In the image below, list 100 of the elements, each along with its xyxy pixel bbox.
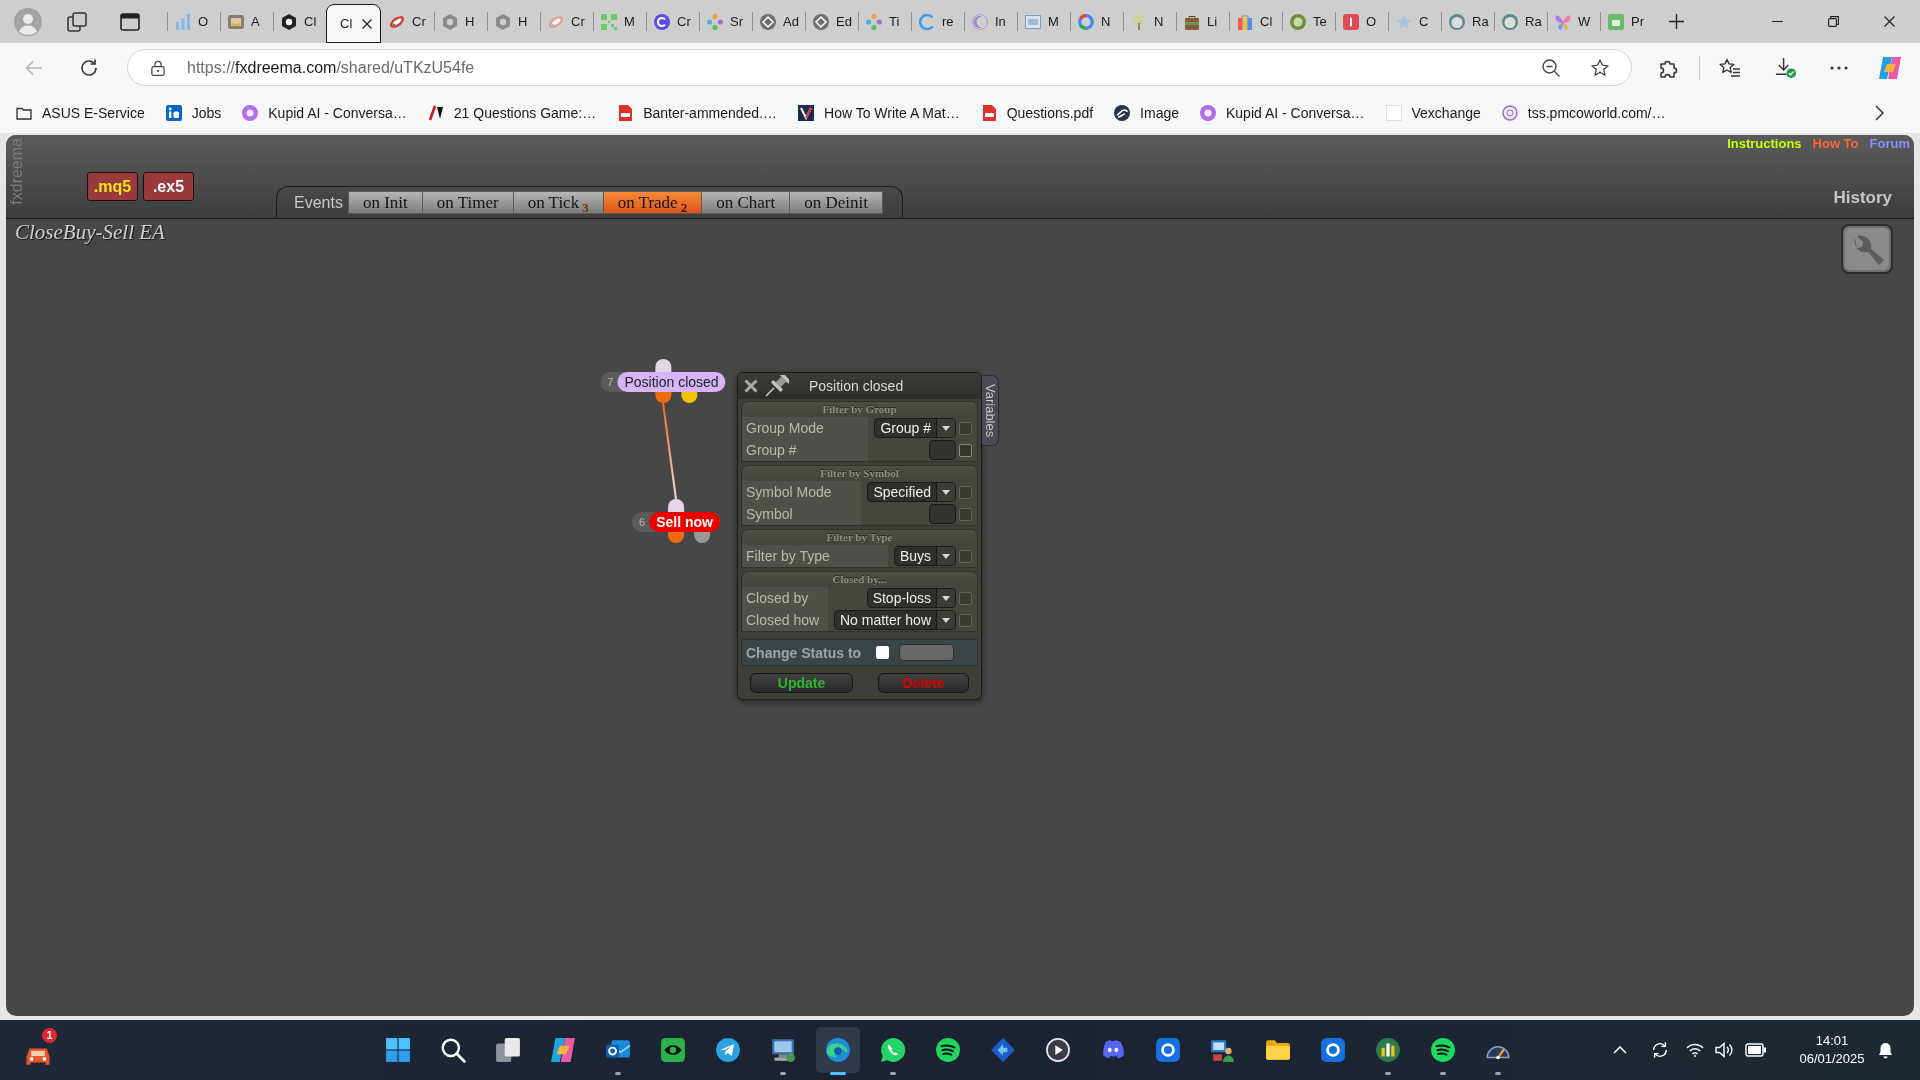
wifi-icon[interactable]	[1686, 1043, 1704, 1057]
people-monitor-icon[interactable]	[1209, 1037, 1236, 1063]
browser-tab[interactable]: Cr	[381, 0, 434, 43]
restore-icon[interactable]	[1827, 16, 1839, 27]
pushpin-icon[interactable]	[765, 375, 789, 397]
star-icon[interactable]	[1591, 58, 1609, 77]
refresh-icon[interactable]	[79, 57, 99, 78]
bookmark-link[interactable]: Questions.pdf	[980, 104, 1094, 121]
bookmark-link[interactable]: ASUS E-Service	[16, 104, 145, 121]
browser-tab[interactable]: re	[911, 0, 964, 43]
history-tab[interactable]: History	[1833, 188, 1892, 208]
input-field[interactable]	[929, 440, 956, 460]
browser-tab[interactable]: Te	[1282, 0, 1335, 43]
wave-disc-icon[interactable]	[824, 1037, 851, 1063]
bookmark-link[interactable]: Jobs	[165, 104, 222, 121]
browser-tab[interactable]: In	[964, 0, 1017, 43]
chat-bubble-icon[interactable]	[879, 1037, 906, 1063]
dropdown[interactable]: No matter how	[833, 610, 956, 630]
window-icon[interactable]	[120, 12, 140, 31]
eye-icon[interactable]	[659, 1037, 686, 1063]
bookmark-link[interactable]: tss.pmcoworld.com/…	[1501, 104, 1666, 121]
event-tab[interactable]: on Timer	[421, 191, 514, 214]
download-icon[interactable]	[1775, 57, 1796, 78]
bookmark-link[interactable]: Vexchange	[1385, 104, 1481, 121]
lock-icon[interactable]	[151, 59, 165, 76]
browser-tab[interactable]: N	[1070, 0, 1123, 43]
sound-waves-icon[interactable]	[934, 1037, 961, 1063]
browser-tab[interactable]: Sr	[699, 0, 752, 43]
bookmark-link[interactable]: How To Write A Mat…	[798, 104, 960, 121]
dropdown[interactable]: Stop-loss	[866, 588, 956, 608]
bookmark-link[interactable]: Image	[1114, 104, 1179, 121]
header-link[interactable]: Instructions	[1727, 136, 1802, 151]
input-field[interactable]	[929, 504, 956, 524]
monitor-icon[interactable]	[769, 1037, 796, 1063]
browser-tab[interactable]: Cl	[1229, 0, 1282, 43]
browser-tab[interactable]: Ti	[858, 0, 911, 43]
browser-tab[interactable]: Cr	[646, 0, 699, 43]
folder-icon[interactable]	[1264, 1037, 1291, 1063]
browser-tab[interactable]: Li	[1176, 0, 1229, 43]
clock-date[interactable]: 06/01/2025	[1799, 1050, 1865, 1068]
variables-tab[interactable]: Variables	[982, 375, 999, 446]
output-port-icon[interactable]	[681, 392, 697, 403]
bookmark-link[interactable]: Kupid AI - Conversa…	[1200, 104, 1365, 121]
minimize-icon[interactable]	[1771, 20, 1783, 23]
ring-tile-icon[interactable]	[1319, 1037, 1346, 1063]
search-icon[interactable]	[439, 1037, 466, 1063]
browser-tab[interactable]: H	[487, 0, 540, 43]
checkbox[interactable]	[959, 443, 972, 457]
flow-block[interactable]: 7 Position closed	[600, 372, 726, 392]
browser-tab[interactable]: Ra	[1441, 0, 1494, 43]
output-port-icon[interactable]	[655, 392, 671, 403]
diamond-arrow-icon[interactable]	[989, 1037, 1016, 1063]
browser-tab[interactable]: Ed	[805, 0, 858, 43]
app-highlight[interactable]	[815, 1027, 860, 1073]
plus-icon[interactable]	[1669, 14, 1684, 29]
dropdown[interactable]: Group #	[874, 418, 956, 438]
browser-tab[interactable]: M	[1017, 0, 1070, 43]
zoom-out-icon[interactable]	[1542, 58, 1560, 77]
browser-tab[interactable]: C	[1388, 0, 1441, 43]
dropdown[interactable]: Specified	[867, 482, 956, 502]
paper-plane-icon[interactable]	[714, 1037, 741, 1063]
favorites-icon[interactable]	[1719, 57, 1741, 78]
swirl-icon[interactable]	[549, 1037, 576, 1063]
browser-tab[interactable]: O	[1335, 0, 1388, 43]
chevron-right-icon[interactable]	[1875, 104, 1884, 121]
dropdown[interactable]: Buys	[893, 546, 956, 566]
browser-tab[interactable]: N	[1123, 0, 1176, 43]
chevron-up-icon[interactable]	[1613, 1046, 1627, 1054]
sound-waves-icon[interactable]	[1429, 1037, 1456, 1063]
more-icon[interactable]	[1830, 65, 1848, 70]
input-field[interactable]	[899, 644, 954, 661]
output-port-icon[interactable]	[694, 532, 710, 543]
output-port-icon[interactable]	[668, 532, 684, 543]
input-port-icon[interactable]	[668, 499, 684, 512]
browser-tab[interactable]: A	[220, 0, 273, 43]
wrench-icon[interactable]	[1841, 224, 1893, 274]
ring-tile-icon[interactable]	[1154, 1037, 1181, 1063]
event-tab[interactable]: on Init	[347, 191, 423, 214]
browser-tab[interactable]: H	[434, 0, 487, 43]
event-tab[interactable]: on Chart	[701, 191, 791, 214]
flow-block[interactable]: 6 Sell now	[632, 512, 720, 532]
update-button[interactable]: Update	[750, 673, 853, 693]
file-button[interactable]: .ex5	[143, 172, 194, 201]
sync-icon[interactable]	[1651, 1041, 1669, 1059]
clock-time[interactable]: 14:01	[1815, 1032, 1849, 1050]
event-tab[interactable]: on Deinit	[789, 191, 883, 214]
bell-icon[interactable]	[1877, 1041, 1893, 1059]
browser-tab[interactable]: M	[593, 0, 646, 43]
four-squares-icon[interactable]	[384, 1037, 411, 1063]
stacked-squares-icon[interactable]	[67, 11, 87, 32]
bar-chart-icon[interactable]	[1374, 1037, 1401, 1063]
browser-tab[interactable]: O	[167, 0, 220, 43]
browser-tab[interactable]: Cl	[326, 4, 381, 43]
close-icon[interactable]	[362, 18, 373, 29]
browser-tab[interactable]: Cl	[273, 0, 326, 43]
bookmark-link[interactable]: Banter-ammended.…	[617, 104, 778, 121]
file-button[interactable]: .mq5	[87, 172, 138, 201]
play-icon[interactable]	[1044, 1037, 1071, 1063]
address-bar[interactable]: https://fxdreema.com/shared/uTKzU54fe	[127, 49, 1632, 86]
overlapping-windows-icon[interactable]	[494, 1037, 521, 1063]
